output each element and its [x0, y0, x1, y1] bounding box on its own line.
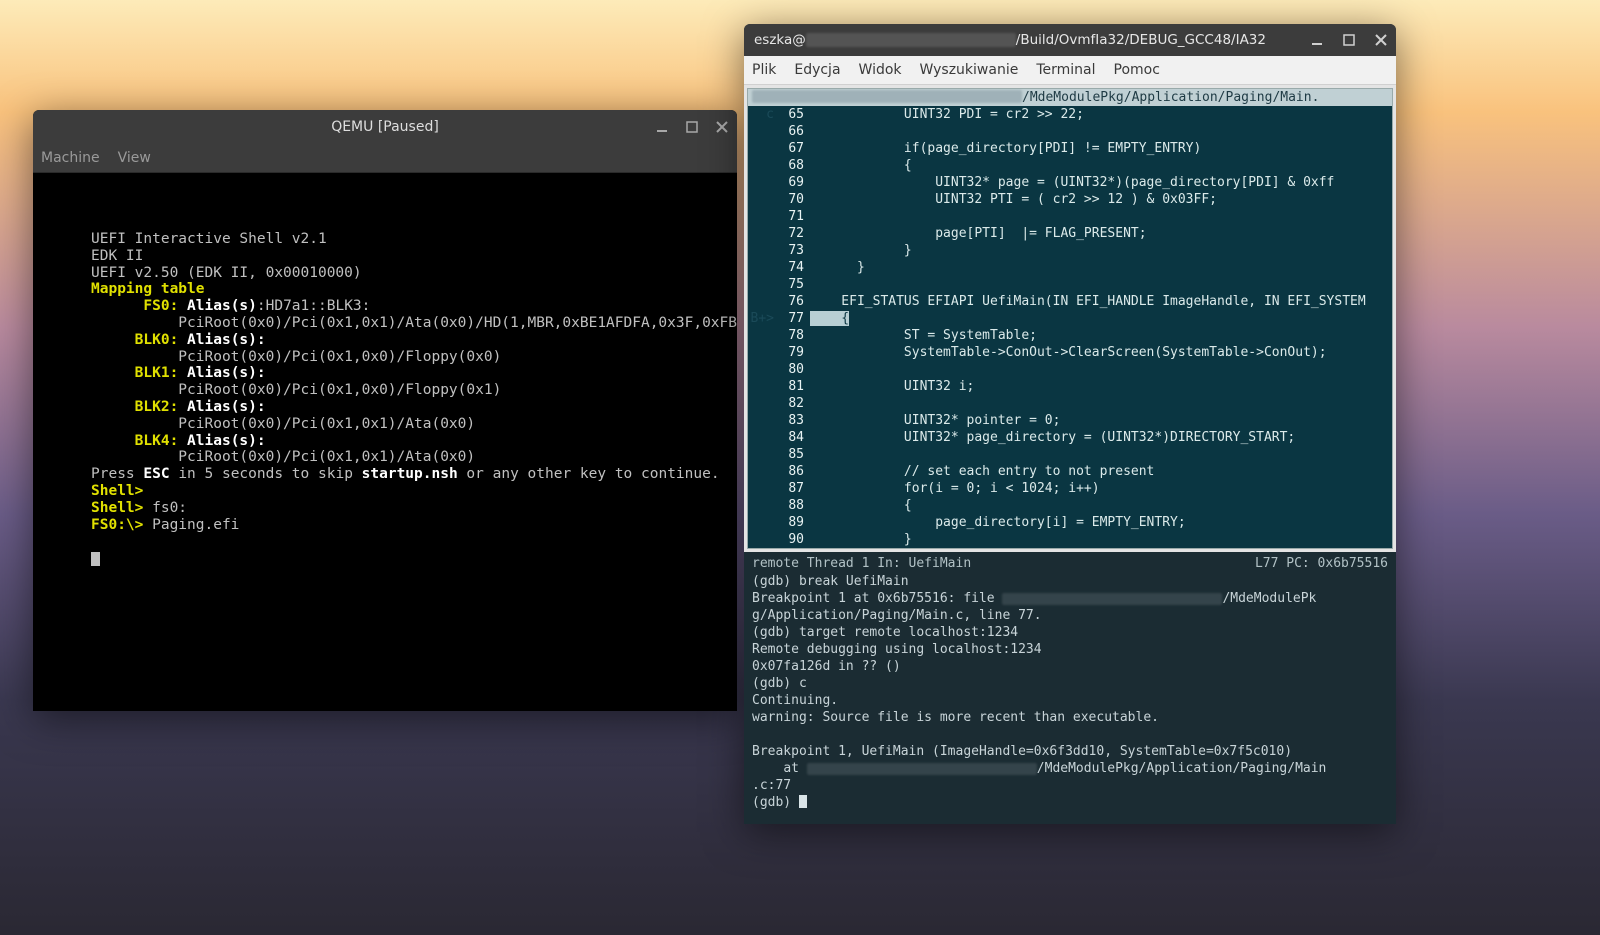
breakpoint-gutter[interactable]: c B+>	[748, 106, 776, 548]
shell-line: BLK0:	[91, 332, 178, 348]
gdb-redacted: x	[807, 763, 1037, 775]
menu-widok[interactable]: Widok	[859, 62, 902, 78]
shell-line: BLK4:	[91, 433, 178, 449]
gdb-line: .c:77	[752, 778, 791, 793]
terminal-title-prefix: eszka@	[754, 32, 806, 48]
gdb-line: warning: Source file is more recent than…	[752, 710, 1159, 725]
shell-prompt: Shell>	[91, 500, 152, 516]
shell-line: PciRoot(0x0)/Pci(0x1,0x1)/Ata(0x0)/HD(1,…	[91, 315, 737, 331]
minimize-icon[interactable]	[653, 118, 671, 136]
gdb-line: Breakpoint 1 at 0x6b75516: file	[752, 591, 1002, 606]
gdb-redacted: x	[1002, 593, 1222, 605]
gdb-line: (gdb) target remote localhost:1234	[752, 625, 1018, 640]
qemu-menubar: Machine View	[33, 144, 737, 173]
shell-line: EDK II	[91, 248, 143, 264]
gdb-prompt: (gdb)	[752, 795, 799, 810]
source-file-path: x/MdeModulePkg/Application/Paging/Main.	[748, 89, 1392, 106]
gdb-line: (gdb) c	[752, 676, 807, 691]
shell-line: PciRoot(0x0)/Pci(0x1,0x1)/Ata(0x0)	[91, 449, 475, 465]
menu-plik[interactable]: Plik	[752, 62, 776, 78]
gdb-line: g/Application/Paging/Main.c, line 77.	[752, 608, 1042, 623]
shell-line: FS0:	[91, 298, 178, 314]
menu-wyszukiwanie[interactable]: Wyszukiwanie	[920, 62, 1019, 78]
terminal-titlebar[interactable]: eszka@ xxxxxxxx /Build/OvmfIa32/DEBUG_GC…	[744, 24, 1396, 56]
qemu-window-controls	[653, 110, 731, 144]
status-thread: remote Thread 1 In: UefiMain	[752, 556, 971, 571]
menu-edycja[interactable]: Edycja	[794, 62, 840, 78]
terminal-title-redacted: xxxxxxxx	[806, 33, 1016, 47]
minimize-icon[interactable]	[1308, 31, 1326, 49]
gdb-cursor	[799, 795, 807, 808]
menu-terminal[interactable]: Terminal	[1036, 62, 1095, 78]
status-position: L77 PC: 0x6b75516	[1255, 556, 1388, 571]
gdb-line: 0x07fa126d in ?? ()	[752, 659, 901, 674]
qemu-titlebar[interactable]: QEMU [Paused]	[33, 110, 737, 144]
shell-line: UEFI v2.50 (EDK II, 0x00010000)	[91, 265, 362, 281]
maximize-icon[interactable]	[1340, 31, 1358, 49]
shell-line: UEFI Interactive Shell v2.1	[91, 231, 327, 247]
close-icon[interactable]	[713, 118, 731, 136]
desktop: QEMU [Paused] Machine View UEFI Interact…	[0, 0, 1600, 935]
gdb-line: Breakpoint 1, UefiMain (ImageHandle=0x6f…	[752, 744, 1292, 759]
qemu-title: QEMU [Paused]	[331, 119, 439, 135]
terminal-title-suffix: /Build/OvmfIa32/DEBUG_GCC48/IA32	[1016, 32, 1266, 48]
source-editor-frame: x/MdeModulePkg/Application/Paging/Main. …	[747, 88, 1393, 549]
debugger-status-line: remote Thread 1 In: UefiMain L77 PC: 0x6…	[744, 552, 1396, 573]
source-path-redacted: x	[752, 90, 1022, 103]
menu-pomoc[interactable]: Pomoc	[1114, 62, 1160, 78]
gdb-console[interactable]: (gdb) break UefiMain Breakpoint 1 at 0x6…	[744, 573, 1396, 824]
gdb-line: at	[752, 761, 807, 776]
source-code-area[interactable]: c B+> 65 66 67 68 69 70 71 72 73 74 75 7…	[748, 106, 1392, 548]
shell-line: PciRoot(0x0)/Pci(0x1,0x0)/Floppy(0x1)	[91, 382, 501, 398]
gdb-line: Remote debugging using localhost:1234	[752, 642, 1042, 657]
source-code[interactable]: UINT32 PDI = cr2 >> 22; if(page_director…	[808, 106, 1392, 548]
shell-prompt: FS0:\>	[91, 517, 152, 533]
source-editor-pane: x/MdeModulePkg/Application/Paging/Main. …	[744, 85, 1396, 552]
gdb-line: Continuing.	[752, 693, 838, 708]
gdb-line: (gdb) break UefiMain	[752, 574, 909, 589]
shell-line: PciRoot(0x0)/Pci(0x1,0x0)/Floppy(0x0)	[91, 349, 501, 365]
close-icon[interactable]	[1372, 31, 1390, 49]
line-number-gutter: 65 66 67 68 69 70 71 72 73 74 75 76 77 7…	[776, 106, 808, 548]
shell-line: BLK1:	[91, 365, 178, 381]
qemu-window: QEMU [Paused] Machine View UEFI Interact…	[33, 110, 737, 711]
shell-line: PciRoot(0x0)/Pci(0x1,0x1)/Ata(0x0)	[91, 416, 475, 432]
shell-line: BLK2:	[91, 399, 178, 415]
terminal-window-controls	[1308, 24, 1390, 56]
menu-machine[interactable]: Machine	[41, 150, 100, 166]
qemu-terminal[interactable]: UEFI Interactive Shell v2.1 EDK II UEFI …	[33, 173, 737, 569]
shell-line: Mapping table	[91, 281, 205, 297]
terminal-menubar: Plik Edycja Widok Wyszukiwanie Terminal …	[744, 56, 1396, 85]
terminal-window: eszka@ xxxxxxxx /Build/OvmfIa32/DEBUG_GC…	[744, 24, 1396, 824]
terminal-cursor	[91, 552, 100, 566]
maximize-icon[interactable]	[683, 118, 701, 136]
shell-prompt: Shell>	[91, 483, 143, 499]
menu-view[interactable]: View	[118, 150, 151, 166]
